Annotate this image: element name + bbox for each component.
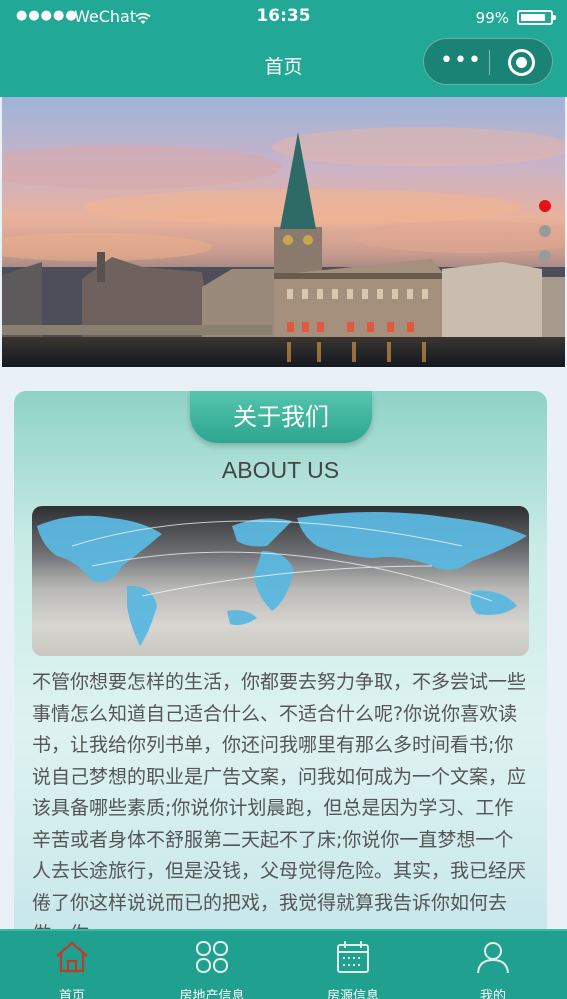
about-us-card: 关于我们 ABOUT US 不管你想要怎样的生活，你都要去努力争取，不多尝试一些… (14, 391, 547, 951)
about-us-description: 不管你想要怎样的生活，你都要去努力争取，不多尝试一些事情怎么知道自己适合什么、不… (32, 671, 527, 945)
banner-city-image (2, 127, 565, 367)
tab-mine-label: 我的 (479, 989, 506, 999)
calendar-icon (335, 939, 371, 975)
mini-program-capsule: ••• (423, 38, 553, 85)
tab-home-label: 首页 (58, 989, 85, 999)
pager-dot-1[interactable] (539, 200, 551, 212)
carousel-pager[interactable] (539, 200, 551, 275)
tab-mine[interactable]: 我的 (438, 931, 548, 999)
tab-home[interactable]: 首页 (17, 931, 127, 999)
grid-icon (194, 939, 230, 975)
top-bar: ●●●●● WeChat 16:35 99% 首页 ••• (0, 0, 567, 97)
user-icon (475, 939, 511, 975)
about-us-subtitle: ABOUT US (221, 457, 340, 483)
capsule-divider (489, 50, 490, 75)
bottom-tab-bar: 首页 房地产信息 房源信息 我的 (0, 929, 567, 999)
pager-dot-3[interactable] (539, 250, 551, 262)
tab-real-estate-label: 房地产信息 (179, 989, 245, 999)
tab-real-estate-info[interactable]: 房地产信息 (157, 931, 267, 999)
tab-listings[interactable]: 房源信息 (298, 931, 408, 999)
close-mini-program-button[interactable] (508, 49, 535, 76)
battery-percent: 99% (475, 9, 509, 27)
home-icon (54, 939, 90, 975)
battery-icon (517, 10, 556, 25)
tab-listings-label: 房源信息 (326, 989, 379, 999)
banner-carousel[interactable] (2, 97, 565, 367)
about-us-title: 关于我们 (190, 391, 372, 443)
status-bar: ●●●●● WeChat 16:35 99% (0, 0, 567, 34)
about-us-image (32, 506, 529, 656)
more-button[interactable]: ••• (440, 47, 482, 75)
pager-dot-2[interactable] (539, 225, 551, 237)
